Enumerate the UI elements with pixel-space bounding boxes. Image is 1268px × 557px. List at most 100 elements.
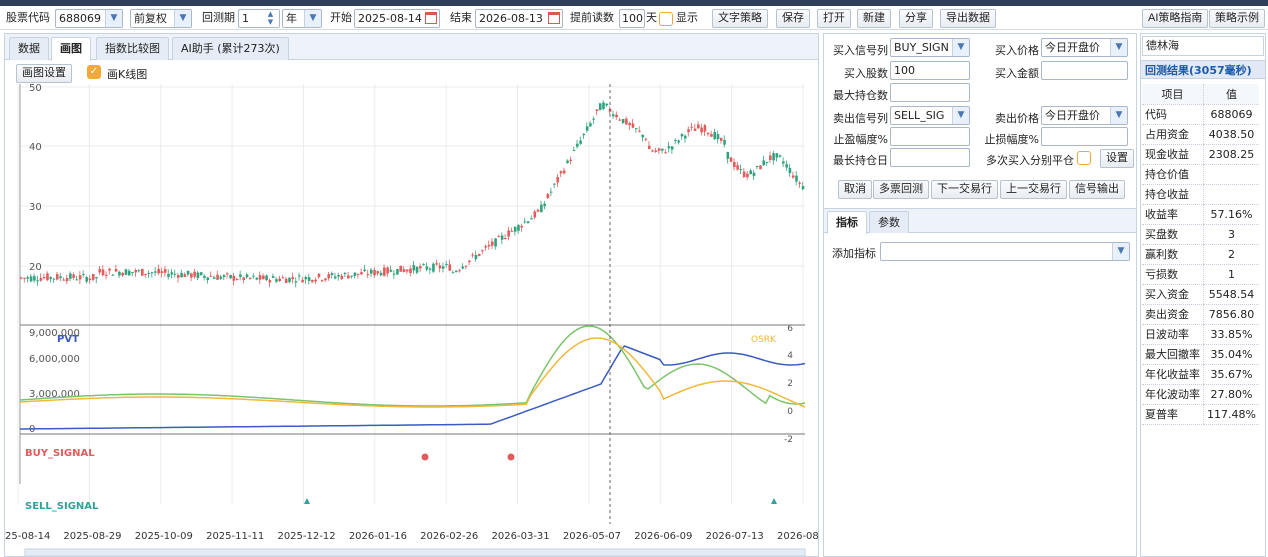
kline-checkbox[interactable]: ✓ xyxy=(87,65,101,79)
candle-body xyxy=(451,272,455,274)
x-tick-label: 2026-05-07 xyxy=(563,531,621,542)
row-key: 持仓价值 xyxy=(1142,164,1204,185)
candle-body xyxy=(795,175,798,182)
calendar-icon[interactable] xyxy=(548,12,560,24)
candle-body xyxy=(664,152,667,154)
calendar-icon[interactable] xyxy=(425,12,437,24)
candle-body xyxy=(49,276,53,279)
tab-data[interactable]: 数据 xyxy=(9,37,49,60)
spinner-icon[interactable]: ▲ ▼ xyxy=(262,10,279,27)
text-strategy-button[interactable]: 文字策略 xyxy=(712,9,768,28)
stop-loss-input[interactable] xyxy=(1041,127,1128,146)
end-date-input[interactable]: 2026-08-13 xyxy=(475,9,563,28)
period-stepper[interactable]: 1 ▲ ▼ xyxy=(238,9,280,28)
candle-body xyxy=(337,274,340,277)
candle-body xyxy=(752,172,756,177)
candle-body xyxy=(347,275,350,279)
preload-input[interactable]: 100 xyxy=(619,9,645,28)
candle-body xyxy=(785,164,788,168)
buy-signal-select[interactable]: BUY_SIGN ▼ xyxy=(890,38,970,57)
max-days-input[interactable] xyxy=(890,148,970,167)
sell-price-select[interactable]: 今日开盘价 ▼ xyxy=(1041,106,1128,125)
signal-output-button[interactable]: 信号输出 xyxy=(1069,180,1125,199)
tab-index-compare[interactable]: 指数比较图 xyxy=(96,37,169,60)
new-button[interactable]: 新建 xyxy=(857,9,891,28)
buy-amount-input[interactable] xyxy=(1041,61,1128,80)
candle-body xyxy=(284,278,288,283)
candle-body xyxy=(65,278,69,282)
take-profit-input[interactable] xyxy=(890,127,970,146)
candle-body xyxy=(706,132,710,135)
row-value: 2 xyxy=(1202,244,1259,265)
export-data-button[interactable]: 导出数据 xyxy=(940,9,996,28)
candle-body xyxy=(137,270,141,272)
row-key: 现金收益 xyxy=(1142,144,1204,165)
share-button[interactable]: 分享 xyxy=(899,9,933,28)
candle-body xyxy=(428,268,432,270)
buy-signal-label: BUY_SIGNAL xyxy=(25,448,95,459)
x-tick-label: 2026-06-09 xyxy=(634,531,692,542)
sell-signal-select[interactable]: SELL_SIG ▼ xyxy=(890,106,970,125)
candle-body xyxy=(464,265,468,267)
next-row-button[interactable]: 下一交易行 xyxy=(931,180,998,199)
buy-shares-input[interactable]: 100 xyxy=(890,61,970,80)
open-button[interactable]: 打开 xyxy=(817,9,851,28)
start-date-input[interactable]: 2025-08-14 xyxy=(354,9,440,28)
chart-settings-button[interactable]: 画图设置 xyxy=(16,64,72,83)
show-checkbox[interactable] xyxy=(659,10,673,29)
save-button[interactable]: 保存 xyxy=(776,9,810,28)
buy-price-select[interactable]: 今日开盘价 ▼ xyxy=(1041,38,1128,57)
candle-body xyxy=(298,275,301,277)
candle-body xyxy=(585,126,589,131)
set-button[interactable]: 设置 xyxy=(1100,149,1134,168)
multi-stock-backtest-button[interactable]: 多票回测 xyxy=(873,180,929,199)
tab-indicators[interactable]: 指标 xyxy=(827,211,867,234)
candle-body xyxy=(556,176,560,183)
end-label: 结束 xyxy=(450,11,472,24)
x-tick-label: 2026-03-31 xyxy=(492,531,550,542)
candle-body xyxy=(311,279,314,282)
max-hold-input[interactable] xyxy=(890,83,970,102)
candle-body xyxy=(255,277,259,280)
period-unit-value: 年 xyxy=(286,12,297,25)
sell-price-value: 今日开盘价 xyxy=(1045,109,1100,122)
table-row: 日波动率 33.85% xyxy=(1142,324,1259,345)
candle-body xyxy=(778,155,782,157)
strategy-examples-button[interactable]: 策略示例 xyxy=(1209,9,1265,28)
x-tick-label: 2025-12-12 xyxy=(277,531,335,542)
stock-code-select[interactable]: 688069 ▼ xyxy=(55,9,123,28)
candle-body xyxy=(497,236,501,238)
candle-body xyxy=(36,280,39,282)
table-row: 持仓收益 xyxy=(1142,184,1259,205)
candle-body xyxy=(448,264,452,271)
cancel-button[interactable]: 取消 xyxy=(838,180,872,199)
candle-body xyxy=(131,272,134,274)
tab-ai-assistant[interactable]: AI助手 (累计273次) xyxy=(172,37,289,60)
candle-body xyxy=(742,171,746,178)
pvt-tick-label: 6,000,000 xyxy=(29,354,80,365)
stock-chart[interactable]: 504030209,000,0006,000,0003,000,00006420… xyxy=(5,84,818,556)
prev-row-button[interactable]: 上一交易行 xyxy=(1000,180,1067,199)
candle-body xyxy=(199,272,203,275)
candle-body xyxy=(631,123,635,128)
row-value: 7856.80 xyxy=(1202,304,1259,325)
multi-buy-checkbox[interactable] xyxy=(1077,151,1091,165)
candle-body xyxy=(216,274,219,280)
table-row: 年化波动率 27.80% xyxy=(1142,384,1259,405)
period-unit-select[interactable]: 年 ▼ xyxy=(282,9,322,28)
tab-params[interactable]: 参数 xyxy=(869,211,909,233)
tab-chart[interactable]: 画图 xyxy=(51,37,91,61)
candle-body xyxy=(209,275,213,277)
candle-body xyxy=(219,276,223,279)
candle-body xyxy=(546,193,550,198)
row-value: 5548.54 xyxy=(1202,284,1259,305)
row-key: 收益率 xyxy=(1142,204,1204,225)
ai-guide-button[interactable]: AI策略指南 xyxy=(1142,9,1209,28)
osc-tick-label: 6 xyxy=(787,324,793,334)
indicator-tabs: 指标 参数 xyxy=(824,208,1136,234)
stock-code-value: 688069 xyxy=(59,12,101,25)
add-indicator-select[interactable]: ▼ xyxy=(880,242,1130,261)
show-label: 显示 xyxy=(676,11,698,24)
adjust-select[interactable]: 前复权 ▼ xyxy=(130,9,192,28)
candle-body xyxy=(523,221,527,223)
